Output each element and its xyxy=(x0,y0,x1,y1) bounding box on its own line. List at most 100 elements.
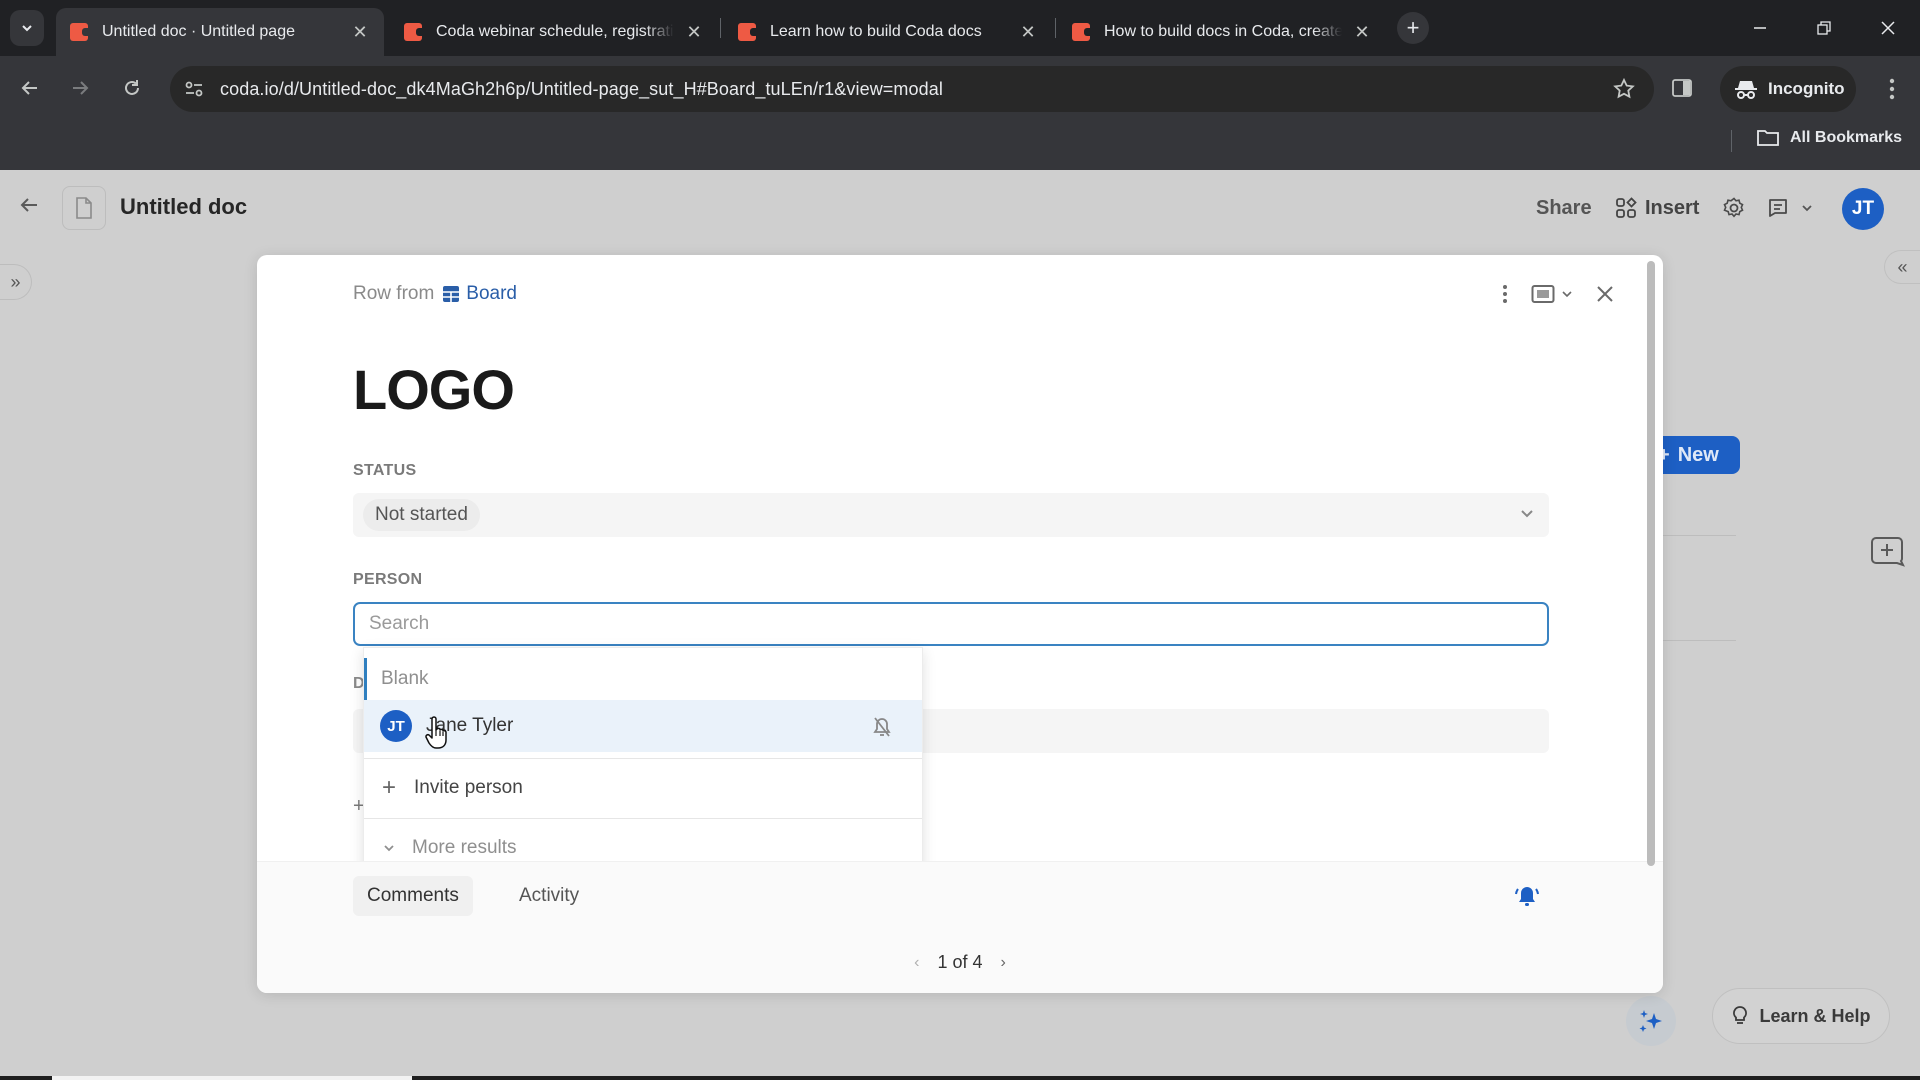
tab-separator xyxy=(720,18,721,38)
row-from-label: Row from xyxy=(353,283,435,304)
bell-ringing-icon[interactable] xyxy=(1513,882,1541,910)
browser-tab-strip: Untitled doc · Untitled page ✕ Coda webi… xyxy=(0,0,1920,56)
bookmark-star-icon[interactable] xyxy=(1612,77,1636,101)
tab-separator xyxy=(1055,18,1056,38)
person-label: PERSON xyxy=(353,571,423,588)
arrow-left-icon xyxy=(20,198,37,212)
row-title[interactable]: LOGO xyxy=(353,357,515,422)
browser-tab-active[interactable]: Untitled doc · Untitled page ✕ xyxy=(56,8,384,56)
address-bar[interactable]: coda.io/d/Untitled-doc_dk4MaGh2h6p/Untit… xyxy=(170,66,1654,112)
doc-icon-button[interactable] xyxy=(62,186,106,230)
next-row-button[interactable]: › xyxy=(1001,954,1006,972)
more-vertical-icon xyxy=(1503,285,1507,303)
coda-favicon-icon xyxy=(404,23,422,41)
all-bookmarks-label: All Bookmarks xyxy=(1790,129,1903,146)
new-tab-button[interactable]: + xyxy=(1397,12,1429,44)
sparkle-icon xyxy=(1639,1010,1662,1032)
learn-help-label: Learn & Help xyxy=(1759,1005,1871,1026)
modal-scrollbar[interactable] xyxy=(1647,261,1655,866)
browser-tab[interactable]: How to build docs in Coda, create ✕ xyxy=(1058,8,1386,56)
insert-button[interactable]: Insert xyxy=(1615,188,1699,228)
doc-back-button[interactable] xyxy=(18,194,40,222)
chevron-down-icon xyxy=(1521,510,1533,518)
restore-button[interactable] xyxy=(1796,8,1852,48)
close-tab-icon[interactable]: ✕ xyxy=(1018,22,1038,43)
folder-icon xyxy=(1757,130,1779,146)
close-tab-icon[interactable]: ✕ xyxy=(1352,22,1372,43)
new-label: New xyxy=(1677,443,1719,466)
hand-pointer-cursor-icon xyxy=(425,716,447,749)
row-detail-modal: Row from Board LOGO STATUS Not started P… xyxy=(257,255,1663,993)
board-table-link[interactable]: Board xyxy=(442,283,517,305)
back-button[interactable] xyxy=(12,70,48,106)
new-row-button[interactable]: + New xyxy=(1650,436,1740,474)
taskbar-segment xyxy=(52,1076,412,1080)
side-panel-icon[interactable] xyxy=(1670,76,1694,100)
more-results-label: More results xyxy=(412,837,517,858)
expand-sidebar-button[interactable]: » xyxy=(0,264,32,300)
browser-tab[interactable]: Learn how to build Coda docs ✕ xyxy=(724,8,1052,56)
tab-title: Coda webinar schedule, registration xyxy=(436,23,675,40)
board-label: Board xyxy=(466,283,517,304)
double-chevron-right-icon: » xyxy=(10,271,21,292)
minimize-icon xyxy=(1754,27,1766,29)
status-select[interactable]: Not started xyxy=(353,493,1549,537)
minimize-button[interactable] xyxy=(1732,8,1788,48)
close-tab-icon[interactable]: ✕ xyxy=(350,22,370,43)
browser-tab[interactable]: Coda webinar schedule, registration ✕ xyxy=(390,8,718,56)
ai-assistant-button[interactable] xyxy=(1626,996,1676,1046)
reload-button[interactable] xyxy=(114,70,150,106)
coda-favicon-icon xyxy=(1072,23,1090,41)
person-search-input[interactable] xyxy=(353,602,1549,646)
divider xyxy=(364,758,922,759)
gear-icon xyxy=(1723,197,1744,218)
collapse-right-panel-button[interactable]: « xyxy=(1884,250,1920,284)
close-modal-button[interactable] xyxy=(1595,284,1615,304)
previous-row-button[interactable]: ‹ xyxy=(914,954,919,972)
forward-button[interactable] xyxy=(62,70,98,106)
table-icon xyxy=(443,286,460,302)
user-avatar[interactable]: JT xyxy=(1842,188,1884,230)
bell-off-icon[interactable] xyxy=(872,716,892,738)
arrow-left-icon xyxy=(21,81,37,95)
dropdown-option-blank[interactable]: Blank xyxy=(364,658,922,700)
comments-menu-button[interactable] xyxy=(1766,188,1814,228)
avatar-initials: JT xyxy=(1851,198,1875,219)
chevron-down-icon xyxy=(1802,205,1812,212)
doc-title[interactable]: Untitled doc xyxy=(120,194,247,220)
status-label: STATUS xyxy=(353,462,417,479)
settings-button[interactable] xyxy=(1722,188,1746,228)
browser-toolbar: coda.io/d/Untitled-doc_dk4MaGh2h6p/Untit… xyxy=(0,56,1920,170)
close-tab-icon[interactable]: ✕ xyxy=(684,22,704,43)
document-icon xyxy=(76,197,92,219)
tab-search-button[interactable] xyxy=(10,10,44,46)
incognito-indicator[interactable]: Incognito xyxy=(1720,66,1856,112)
tab-comments-label: Comments xyxy=(367,885,459,906)
add-comment-icon[interactable] xyxy=(1870,534,1906,568)
learn-help-button[interactable]: Learn & Help xyxy=(1712,988,1890,1044)
all-bookmarks-button[interactable]: All Bookmarks xyxy=(1756,128,1902,148)
tab-activity[interactable]: Activity xyxy=(507,876,591,916)
close-window-button[interactable] xyxy=(1860,8,1916,48)
coda-favicon-icon xyxy=(70,23,88,41)
close-icon xyxy=(1597,286,1613,302)
pager-text: 1 of 4 xyxy=(937,952,983,972)
tab-activity-label: Activity xyxy=(519,885,580,906)
modal-view-icon xyxy=(1531,285,1555,303)
insert-label: Insert xyxy=(1645,196,1700,219)
lightbulb-icon xyxy=(1733,1006,1748,1024)
incognito-label: Incognito xyxy=(1768,79,1845,98)
taskbar-strip xyxy=(0,1076,1920,1080)
chevron-down-icon xyxy=(1562,291,1572,298)
tab-title: How to build docs in Coda, create xyxy=(1104,23,1343,40)
row-pager: ‹ 1 of 4 › xyxy=(257,952,1663,973)
restore-icon xyxy=(1817,21,1831,35)
view-mode-button[interactable] xyxy=(1531,284,1573,304)
browser-menu-icon[interactable] xyxy=(1880,74,1904,104)
share-button[interactable]: Share xyxy=(1536,188,1592,228)
tab-comments[interactable]: Comments xyxy=(353,876,473,916)
chevron-down-icon xyxy=(22,25,32,32)
invite-person-option[interactable]: + Invite person xyxy=(364,760,922,816)
row-options-button[interactable] xyxy=(1501,283,1509,305)
modal-actions xyxy=(1479,283,1615,305)
